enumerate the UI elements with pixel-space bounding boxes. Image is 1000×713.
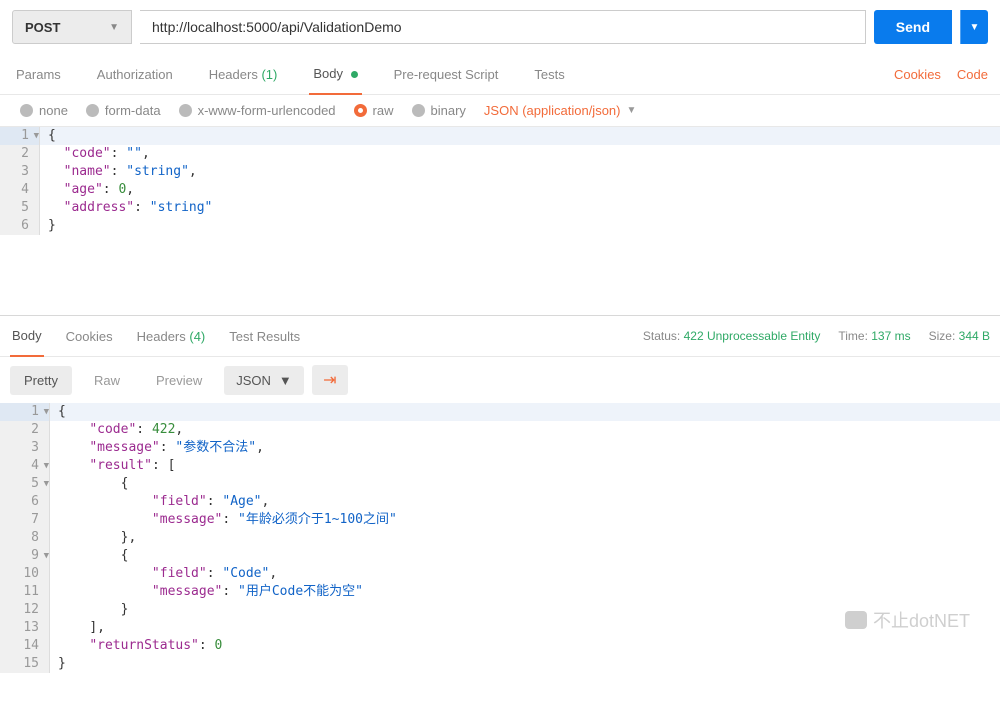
status-meta: Status: 422 Unprocessable Entity — [643, 329, 820, 343]
wrap-icon: ⇥ — [323, 370, 336, 390]
send-button[interactable]: Send — [874, 10, 952, 44]
fold-icon: ▼ — [44, 547, 49, 565]
chevron-down-icon: ▼ — [279, 373, 292, 388]
fold-icon: ▼ — [34, 127, 39, 145]
resp-headers-count: (4) — [189, 329, 205, 344]
code-link[interactable]: Code — [957, 55, 988, 94]
chevron-down-icon: ▼ — [970, 22, 980, 33]
wrap-lines-button[interactable]: ⇥ — [312, 365, 348, 395]
time-meta: Time: 137 ms — [838, 329, 910, 343]
tab-tests[interactable]: Tests — [530, 55, 568, 94]
content-type-select[interactable]: JSON (application/json) ▼ — [484, 103, 636, 118]
modified-dot-icon — [351, 71, 358, 78]
chevron-down-icon: ▼ — [109, 22, 119, 33]
radio-icon — [20, 104, 33, 117]
method-label: POST — [25, 20, 60, 35]
response-body-editor[interactable]: 1▼{ 2 "code": 422, 3 "message": "参数不合法",… — [0, 403, 1000, 673]
send-dropdown-button[interactable]: ▼ — [960, 10, 988, 44]
fold-icon: ▼ — [44, 457, 49, 475]
body-type-binary[interactable]: binary — [412, 103, 466, 118]
resp-tab-headers[interactable]: Headers (4) — [135, 317, 208, 356]
size-meta: Size: 344 B — [929, 329, 990, 343]
headers-count: (1) — [261, 67, 277, 82]
preview-button[interactable]: Preview — [142, 366, 216, 395]
resp-tab-cookies[interactable]: Cookies — [64, 317, 115, 356]
resp-tab-body[interactable]: Body — [10, 316, 44, 357]
cookies-link[interactable]: Cookies — [894, 55, 941, 94]
tab-prerequest[interactable]: Pre-request Script — [390, 55, 503, 94]
tab-headers[interactable]: Headers (1) — [205, 55, 282, 94]
url-input[interactable] — [140, 10, 866, 44]
tab-params[interactable]: Params — [12, 55, 65, 94]
body-type-urlencoded[interactable]: x-www-form-urlencoded — [179, 103, 336, 118]
format-select[interactable]: JSON ▼ — [224, 366, 304, 395]
body-type-none[interactable]: none — [20, 103, 68, 118]
tab-authorization[interactable]: Authorization — [93, 55, 177, 94]
fold-icon: ▼ — [44, 475, 49, 493]
radio-selected-icon — [354, 104, 367, 117]
raw-button[interactable]: Raw — [80, 366, 134, 395]
resp-tab-tests[interactable]: Test Results — [227, 317, 302, 356]
body-type-formdata[interactable]: form-data — [86, 103, 161, 118]
fold-icon: ▼ — [44, 403, 49, 421]
method-select[interactable]: POST ▼ — [12, 10, 132, 44]
radio-icon — [412, 104, 425, 117]
chevron-down-icon: ▼ — [626, 105, 636, 116]
request-body-editor[interactable]: 1▼{ 2 "code": "", 3 "name": "string", 4 … — [0, 127, 1000, 287]
radio-icon — [86, 104, 99, 117]
radio-icon — [179, 104, 192, 117]
pretty-button[interactable]: Pretty — [10, 366, 72, 395]
tab-body[interactable]: Body — [309, 54, 361, 95]
body-type-raw[interactable]: raw — [354, 103, 394, 118]
